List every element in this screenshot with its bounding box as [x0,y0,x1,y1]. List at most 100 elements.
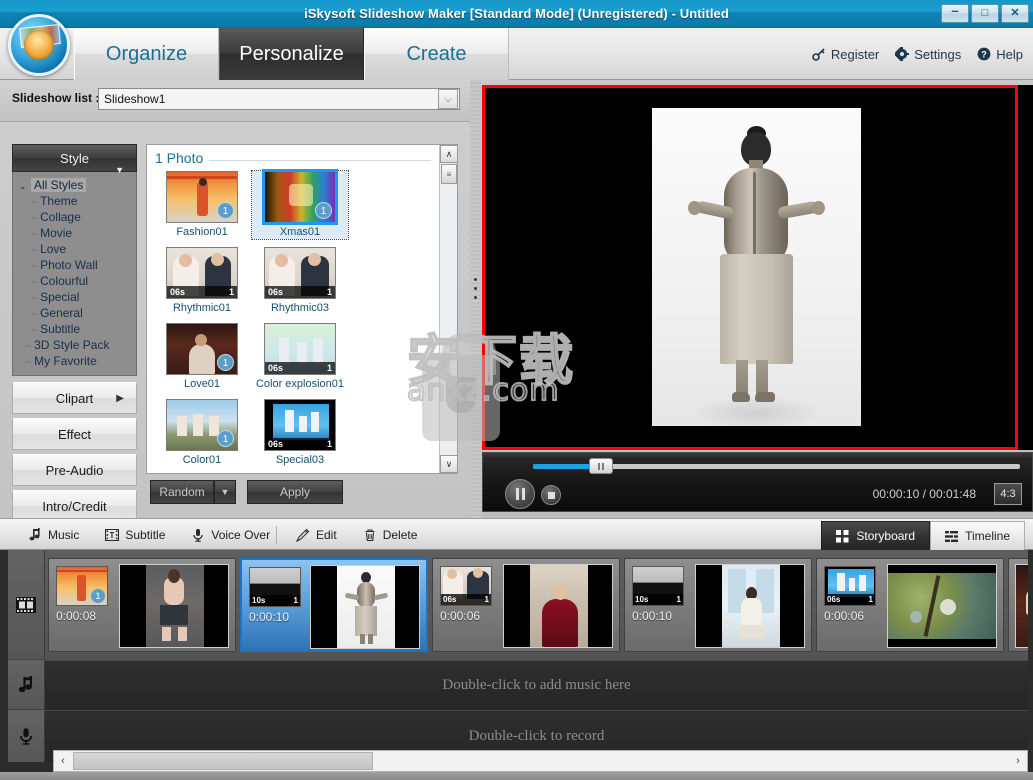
tab-timeline[interactable]: Timeline [930,521,1025,550]
close-button[interactable]: ✕ [1001,4,1029,23]
random-dropdown-icon[interactable]: ▼ [214,480,236,504]
tree-node-colourful[interactable]: Colourful [13,273,136,289]
close-icon: ✕ [1010,7,1020,19]
main-tabs: Organize Personalize Create [74,28,509,80]
accordion-effect-label: Effect [57,427,91,442]
style-duration-bar: 06s 1 [167,286,237,298]
hscrollbar-thumb[interactable] [73,752,373,770]
clip-style-duration: 10s [635,595,649,604]
storyboard-clip[interactable]: 0 [1008,558,1028,652]
clip-photo [530,565,588,647]
clip-style-thumbnail: 10s 1 [249,567,301,607]
style-item-xmas01[interactable]: 1 Xmas01 [251,169,349,240]
tab-personalize[interactable]: Personalize [219,28,364,80]
clip-preview [119,564,229,648]
scrollbar-thumb[interactable]: ≡ [441,164,457,184]
tree-node-special[interactable]: Special [13,289,136,305]
scroll-right-button[interactable]: › [1009,751,1027,771]
tab-organize[interactable]: Organize [74,28,219,80]
tree-node-collage[interactable]: Collage [13,209,136,225]
storyboard-clip[interactable]: 10s 1 0:00:10 [624,558,812,652]
play-pause-button[interactable] [505,479,535,509]
delete-button[interactable]: Delete [363,528,418,542]
scroll-down-button[interactable]: ∨ [440,455,458,473]
video-rail[interactable] [8,550,44,660]
seek-bar[interactable] [533,458,1020,474]
style-item-rhythmic03[interactable]: 06s 1 Rhythmic03 [252,247,348,315]
maximize-button[interactable]: □ [971,4,999,23]
preview-selection-frame[interactable] [482,85,1018,450]
storyboard-clip[interactable]: 10s 1 0:00:10 [240,558,428,652]
accordion-pre-audio-header[interactable]: Pre-Audio [12,454,137,486]
style-badge: 1 [326,439,332,449]
tree-node-movie[interactable]: Movie [13,225,136,241]
seek-handle[interactable] [589,458,613,474]
apply-button[interactable]: Apply [247,480,343,504]
style-badge: 1 [217,430,234,447]
music-button[interactable]: Music [28,528,79,542]
chevron-down-icon[interactable]: ⌵ [438,89,458,109]
storyboard-clip[interactable]: 06s 1 0:00:06 [816,558,1004,652]
style-duration: 06s [268,363,284,373]
scroll-up-button[interactable]: ∧ [440,145,458,163]
panel-splitter[interactable] [470,80,482,518]
style-item-rhythmic01[interactable]: 06s 1 Rhythmic01 [154,247,250,315]
style-badge: 1 [228,287,234,297]
style-caption: Rhythmic03 [270,302,330,314]
storyboard-clip[interactable]: 06s 1 0:00:06 [432,558,620,652]
style-item-color-explosion01[interactable]: 06s 1 Color explosion01 [252,323,348,391]
music-rail[interactable] [8,660,44,710]
tree-node-photo-wall[interactable]: Photo Wall [13,257,136,273]
slideshow-list-label: Slideshow list : [12,91,100,105]
preview-panel: 安下载 anxz.com 00:00:10 / 00:01:48 4:3 [406,80,1033,518]
voice-over-button[interactable]: Voice Over [191,528,270,542]
music-track[interactable]: Double-click to add music here [45,660,1028,710]
register-button[interactable]: Register [812,47,879,62]
random-button[interactable]: Random [150,480,214,504]
tab-storyboard[interactable]: Storyboard [821,521,931,550]
tree-node-theme[interactable]: Theme [13,193,136,209]
tree-node-subtitle[interactable]: Subtitle [13,321,136,337]
style-item-fashion01[interactable]: 1 Fashion01 [154,171,250,239]
stop-button[interactable] [541,485,561,505]
subtitle-button[interactable]: T Subtitle [105,528,165,542]
aspect-ratio-button[interactable]: 4:3 [994,483,1022,505]
clip-photo [146,565,204,647]
style-item-love01[interactable]: 1 Love01 [154,323,250,391]
edit-button[interactable]: Edit [296,528,337,542]
tree-node-love[interactable]: Love [13,241,136,257]
storyboard-clip[interactable]: 1 0:00:08 [48,558,236,652]
tree-node-3d-style-pack[interactable]: 3D Style Pack [13,337,136,353]
tree-node-my-favorite[interactable]: My Favorite [13,353,136,369]
tab-create[interactable]: Create [364,28,509,80]
clip-style-duration: 06s [827,595,841,604]
editing-toolbar-items: Music T Subtitle Voice Over [28,519,270,551]
minimize-button[interactable]: – [941,4,969,23]
accordion-style-label: Style [60,151,89,166]
style-grid-scrollbar[interactable]: ∧ ≡ ∨ [439,145,458,473]
accordion-clipart-header[interactable]: Clipart ▶ [12,382,137,414]
subtitle-icon: T [105,528,120,542]
tree-node-general[interactable]: General [13,305,136,321]
accordion-style-header[interactable]: Style ▼ [12,144,137,175]
storyboard-horizontal-scrollbar[interactable]: ‹ › [53,750,1028,772]
tree-node-all-styles-label: All Styles [31,178,87,192]
style-actions: Random ▼ Apply [146,480,458,510]
settings-button[interactable]: Settings [895,47,961,62]
slideshow-list-combo[interactable]: Slideshow1 ⌵ [98,88,460,110]
style-badge: 1 [217,354,234,371]
voice-rail[interactable] [8,710,44,762]
delete-label: Delete [382,528,418,542]
preview-stage[interactable]: 安下载 anxz.com [406,85,1033,450]
scroll-left-button[interactable]: ‹ [54,751,72,771]
accordion-effect-header[interactable]: Effect [12,418,137,450]
register-label: Register [830,46,880,62]
tree-node-3d-style-pack-label: 3D Style Pack [34,338,110,352]
storyboard-strip[interactable]: 1 0:00:08 10s 1 0:00:10 06s 1 0:00:06 10… [45,550,1028,660]
tree-expander-icon[interactable]: ⌄ [19,178,31,194]
style-item-special03[interactable]: 06s 1 Special03 [252,399,348,467]
style-thumbnail: 06s 1 [264,247,336,299]
storyboard-panel: 1 0:00:08 10s 1 0:00:10 06s 1 0:00:06 10… [0,550,1033,780]
style-item-color01[interactable]: 1 Color01 [154,399,250,467]
help-button[interactable]: ? Help [977,47,1023,62]
